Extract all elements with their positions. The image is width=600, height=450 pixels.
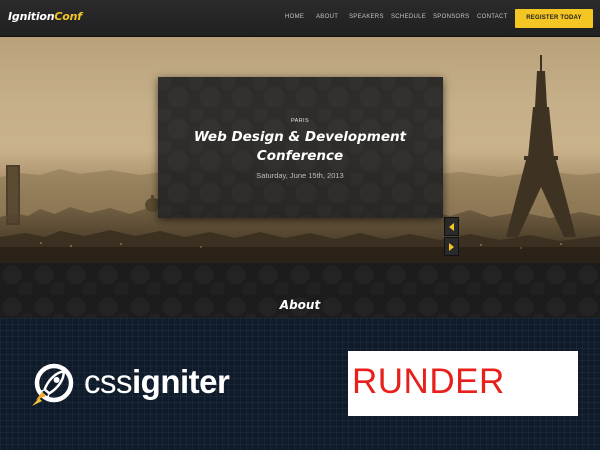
nav-item-home[interactable]: HOME — [285, 14, 304, 20]
cssigniter-wordmark: cssigniter — [84, 363, 230, 401]
brand-text-igniter: igniter — [132, 363, 230, 400]
runder-badge-text: RUNDER — [352, 362, 505, 401]
event-date: Saturday, June 15th, 2013 — [256, 171, 344, 180]
event-title: Web Design & Development Conference — [0, 128, 600, 166]
event-city: PARIS — [290, 118, 310, 124]
nav-item-sponsors[interactable]: SPONSORS — [433, 14, 469, 20]
nav-item-contact[interactable]: CONTACT — [477, 14, 508, 20]
main-nav: HOME ABOUT SPEAKERS SCHEDULE SPONSORS CO… — [0, 14, 600, 24]
arrow-right-icon — [449, 243, 454, 251]
event-title-line-1: Web Design & Development — [193, 129, 407, 145]
slider-prev-button[interactable] — [444, 217, 459, 236]
top-navigation-bar: IgnitionConf HOME ABOUT SPEAKERS SCHEDUL… — [0, 0, 600, 37]
brand-text-css: css — [84, 363, 133, 400]
arrow-left-icon — [449, 223, 454, 231]
slider-next-button[interactable] — [444, 237, 459, 256]
nav-item-schedule[interactable]: SCHEDULE — [391, 14, 426, 20]
rocket-icon — [32, 363, 74, 406]
event-title-line-2: Conference — [256, 148, 344, 164]
nav-item-about[interactable]: ABOUT — [316, 14, 338, 20]
nav-item-speakers[interactable]: SPEAKERS — [349, 14, 384, 20]
register-today-button[interactable]: REGISTER TODAY — [515, 9, 593, 28]
about-heading: About — [279, 298, 321, 312]
